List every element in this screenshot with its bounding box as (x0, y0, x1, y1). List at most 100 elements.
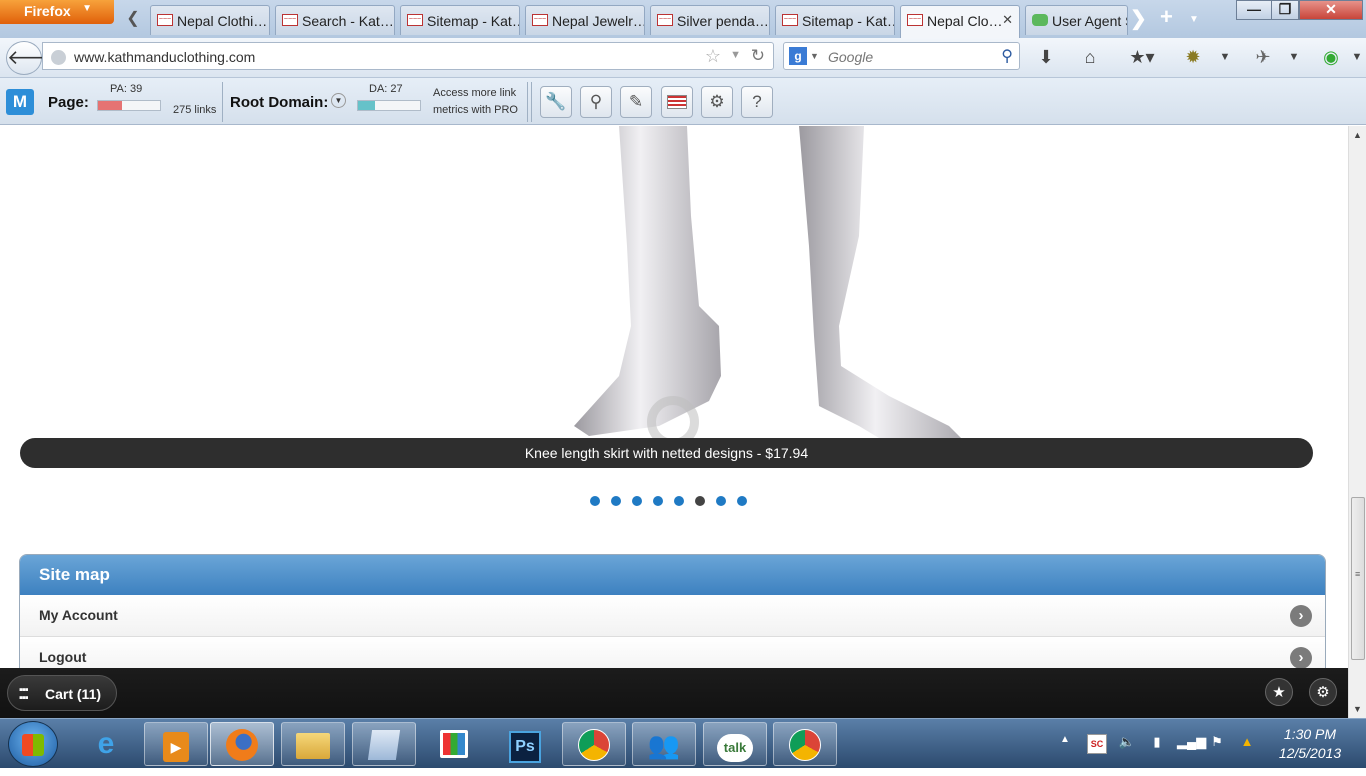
tab-label: Sitemap - Kat… (427, 13, 520, 29)
wrench-icon[interactable]: 🔧 (540, 86, 572, 118)
action-center-flag-icon[interactable]: ⚑ (1207, 734, 1227, 754)
da-meter-fill (358, 101, 375, 110)
windows-logo-icon (22, 734, 44, 756)
firefox-menu-button[interactable]: Firefox ▼ (0, 0, 114, 24)
chrome-profile-icon[interactable] (773, 722, 837, 766)
divider (527, 82, 528, 122)
slide-dot[interactable] (695, 496, 705, 506)
google-drive-icon[interactable]: ▲ (1237, 734, 1257, 754)
star-icon[interactable]: ★ (1265, 678, 1293, 706)
search-icon[interactable]: ⚲ (580, 86, 612, 118)
browser-titlebar: Firefox ▼ ❮ ~~~ Nepal Clothi… ~~~ Search… (0, 0, 1366, 38)
pro-link-line1[interactable]: Access more link (433, 87, 516, 99)
cart-button[interactable]: ▪▪▪ ▪▪▪ Cart (11) (7, 675, 117, 711)
volume-icon[interactable]: 🔈 (1117, 734, 1137, 754)
pencil-icon[interactable]: ✎ (620, 86, 652, 118)
google-talk-icon[interactable]: talk (703, 722, 767, 766)
tab-silver-pendant[interactable]: ~~~ Silver penda… (650, 5, 770, 35)
tab-sitemap-2[interactable]: ~~~ Sitemap - Kat… (775, 5, 895, 35)
root-domain-dropdown-icon[interactable]: ▼ (331, 93, 346, 108)
minimize-button[interactable]: — (1236, 0, 1272, 20)
kathmandu-favicon-icon: ~~~ (657, 14, 673, 26)
search-engine-dropdown-icon[interactable]: ▼ (810, 51, 819, 61)
show-hidden-icons-icon[interactable]: ▲ (1055, 734, 1075, 754)
windows-taskbar: e ▶ Ps 👥 talk ▲ SC 🔈 ▮ ▂▄▆ ⚑ ▲ 1:30 PM 1… (0, 718, 1366, 768)
slide-caption: Knee length skirt with netted designs - … (20, 438, 1313, 468)
slide-dot[interactable] (611, 496, 621, 506)
file-explorer-icon[interactable] (281, 722, 345, 766)
close-window-button[interactable]: ✕ (1299, 0, 1363, 20)
chevron-down-icon[interactable]: ▼ (1212, 44, 1238, 70)
color-wheel-icon[interactable]: ◉ (1318, 44, 1344, 70)
scroll-up-arrow-icon[interactable]: ▲ (1353, 130, 1362, 140)
slide-dot[interactable] (737, 496, 747, 506)
app-tray-icon[interactable]: SC (1087, 734, 1107, 754)
tab-label: Silver penda… (677, 13, 769, 29)
scrollbar-thumb[interactable]: ≡ (1351, 497, 1365, 660)
search-magnifier-icon[interactable]: ⚲ (1001, 46, 1013, 66)
chevron-down-icon[interactable]: ▼ (1281, 44, 1307, 70)
chrome-icon[interactable] (562, 722, 626, 766)
slide-dot[interactable] (653, 496, 663, 506)
tab-user-agent[interactable]: User Agent S (1025, 5, 1128, 35)
help-icon[interactable]: ? (741, 86, 773, 118)
app-grid-icon[interactable] (422, 722, 486, 766)
chevron-down-icon[interactable]: ▼ (1344, 44, 1366, 70)
vertical-scrollbar[interactable]: ▲ ≡ ▼ (1348, 126, 1366, 718)
tab-list-chevron-icon[interactable]: ▼ (1189, 14, 1201, 25)
mozbar-toolbar: M Page: PA: 39 275 links Root Domain: ▼ … (0, 78, 1366, 125)
page-label: Page: (48, 94, 89, 111)
network-signal-icon[interactable]: ▂▄▆ (1177, 734, 1206, 754)
sitemap-item-my-account[interactable]: My Account › (20, 595, 1325, 637)
kathmandu-favicon-icon: ~~~ (907, 14, 923, 26)
bookmark-star-icon[interactable]: ☆ (705, 46, 721, 67)
back-button[interactable]: 🡐 (6, 41, 61, 75)
settings-gear-icon[interactable]: ⚙ (1309, 678, 1337, 706)
close-tab-icon[interactable]: ✕ (1002, 12, 1013, 28)
slide-dot[interactable] (632, 496, 642, 506)
tab-scroll-left-icon[interactable]: ❮ (120, 8, 146, 32)
tab-label: Nepal Clo… (927, 13, 1003, 29)
divider (222, 82, 223, 122)
reload-icon[interactable]: ↻ (751, 46, 765, 66)
tab-nepal-jewelry[interactable]: ~~~ Nepal Jewelr… (525, 5, 645, 35)
photoshop-icon[interactable]: Ps (493, 722, 557, 766)
pro-link-line2[interactable]: metrics with PRO (433, 104, 518, 116)
download-icon[interactable]: ⬇ (1033, 44, 1059, 70)
tab-nepal-clothing-active[interactable]: ~~~ Nepal Clo… ✕ (900, 5, 1020, 38)
bookmarks-menu-icon[interactable]: ★▾ (1122, 44, 1162, 70)
url-bar[interactable]: www.kathmanduclothing.com ☆ ▼ ↻ (42, 42, 774, 70)
search-placeholder: Google (828, 49, 874, 65)
tab-sitemap[interactable]: ~~~ Sitemap - Kat… (400, 5, 520, 35)
addon-bug-icon[interactable]: ✈ (1250, 44, 1276, 70)
chevron-down-icon: ▼ (82, 3, 92, 14)
slide-dot[interactable] (716, 496, 726, 506)
slide-dot[interactable] (590, 496, 600, 506)
links-count: 275 links (173, 104, 217, 116)
system-clock[interactable]: 1:30 PM 12/5/2013 (1265, 725, 1355, 763)
tab-nepal-clothing[interactable]: ~~~ Nepal Clothi… (150, 5, 270, 35)
gear-icon[interactable]: ⚙ (701, 86, 733, 118)
new-tab-plus-icon[interactable]: + (1160, 4, 1182, 30)
url-dropdown-icon[interactable]: ▼ (730, 49, 741, 61)
tab-label: Nepal Jewelr… (552, 13, 645, 29)
pa-meter-fill (98, 101, 123, 110)
battery-icon[interactable]: ▮ (1147, 734, 1167, 754)
search-box[interactable]: g ▼ Google ⚲ (783, 42, 1020, 70)
tab-scroll-right-icon[interactable]: ❯ (1130, 6, 1152, 32)
internet-explorer-icon[interactable]: e (74, 722, 138, 766)
notepad-icon[interactable] (352, 722, 416, 766)
firefox-icon[interactable] (210, 722, 274, 766)
moz-logo-icon[interactable]: M (6, 89, 34, 115)
messenger-icon[interactable]: 👥 (632, 722, 696, 766)
maximize-button[interactable]: ❐ (1271, 0, 1299, 20)
scroll-down-arrow-icon[interactable]: ▼ (1353, 704, 1362, 714)
home-icon[interactable]: ⌂ (1077, 44, 1103, 70)
addon-gear-icon[interactable]: ✹ (1180, 44, 1206, 70)
media-player-icon[interactable]: ▶ (144, 722, 208, 766)
start-button[interactable] (8, 721, 58, 767)
tab-search[interactable]: ~~~ Search - Kat… (275, 5, 395, 35)
slide-dot[interactable] (674, 496, 684, 506)
us-flag-icon[interactable] (661, 86, 693, 118)
kathmandu-favicon-icon: ~~~ (782, 14, 798, 26)
